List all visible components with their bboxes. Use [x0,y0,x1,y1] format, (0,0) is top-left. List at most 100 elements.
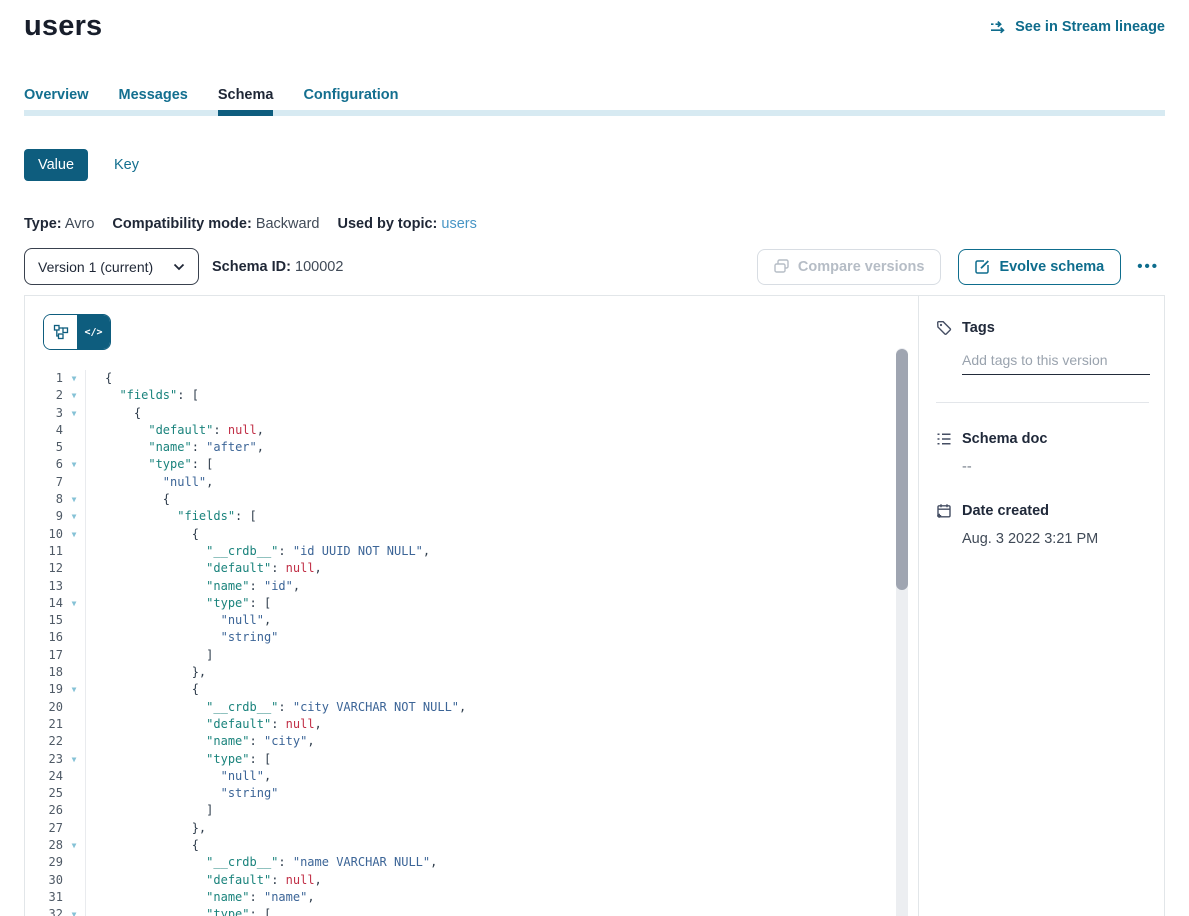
code-line: 1▼{ [25,370,918,387]
page-header: users See in Stream lineage [24,10,1165,43]
version-bar: Version 1 (current) Schema ID: 100002 Co… [24,248,1165,285]
add-tags-input[interactable] [962,352,1150,375]
topic-link[interactable]: users [441,216,476,232]
schema-side-panel: Tags Schema doc -- [918,296,1164,916]
code-text: "fields": [ [85,387,918,404]
fold-toggle-icon[interactable]: ▼ [63,456,85,473]
compare-versions-button[interactable]: Compare versions [757,249,942,285]
code-lines: 1▼{2▼ "fields": [3▼ {4 "default": null,5… [25,370,918,916]
schema-doc-value: -- [962,459,1149,475]
line-number: 14 [25,595,63,612]
line-number: 30 [25,872,63,889]
editor-scrollbar-thumb[interactable] [896,349,908,590]
fold-toggle-icon[interactable]: ▼ [63,370,85,387]
line-number: 31 [25,889,63,906]
code-text: "type": [ [85,751,918,768]
code-line: 6▼ "type": [ [25,456,918,473]
code-line: 16 "string" [25,629,918,646]
schema-editor[interactable]: </> 1▼{2▼ "fields": [3▼ {4 "default": nu… [25,296,918,916]
edit-schema-icon [975,259,990,274]
code-line: 25 "string" [25,785,918,802]
schema-doc-title: Schema doc [962,431,1047,447]
fold-toggle-icon[interactable]: ▼ [63,906,85,916]
code-text: "null", [85,474,918,491]
fold-gutter [63,716,85,733]
tab-messages[interactable]: Messages [119,87,188,110]
schema-id: Schema ID: 100002 [212,259,343,275]
line-number: 11 [25,543,63,560]
code-text: { [85,526,918,543]
schema-meta-row: Type: Avro Compatibility mode: Backward … [24,216,1165,232]
schema-card: </> 1▼{2▼ "fields": [3▼ {4 "default": nu… [24,295,1165,916]
line-number: 10 [25,526,63,543]
editor-scrollbar-track[interactable] [896,348,908,916]
code-line: 7 "null", [25,474,918,491]
line-number: 8 [25,491,63,508]
line-number: 19 [25,681,63,698]
chevron-down-icon [173,263,185,271]
code-line: 19▼ { [25,681,918,698]
fold-gutter [63,854,85,871]
fold-toggle-icon[interactable]: ▼ [63,526,85,543]
fold-gutter [63,733,85,750]
tag-icon [936,320,952,336]
tab-schema[interactable]: Schema [218,87,274,110]
fold-gutter [63,543,85,560]
line-number: 12 [25,560,63,577]
date-created-section: Date created Aug. 3 2022 3:21 PM [936,503,1149,547]
fold-toggle-icon[interactable]: ▼ [63,508,85,525]
code-text: "__crdb__": "name VARCHAR NULL", [85,854,918,871]
code-text: { [85,370,918,387]
fold-gutter [63,820,85,837]
version-select-value: Version 1 (current) [38,259,153,275]
more-actions-button[interactable]: ••• [1131,254,1165,279]
tree-view-button[interactable] [44,315,77,349]
code-line: 18 }, [25,664,918,681]
code-text: "name": "name", [85,889,918,906]
fold-toggle-icon[interactable]: ▼ [63,387,85,404]
line-number: 3 [25,405,63,422]
fold-toggle-icon[interactable]: ▼ [63,751,85,768]
fold-gutter [63,647,85,664]
line-number: 21 [25,716,63,733]
line-number: 29 [25,854,63,871]
fold-toggle-icon[interactable]: ▼ [63,595,85,612]
fold-toggle-icon[interactable]: ▼ [63,491,85,508]
line-number: 18 [25,664,63,681]
code-line: 12 "default": null, [25,560,918,577]
evolve-schema-button[interactable]: Evolve schema [958,249,1121,285]
code-line: 23▼ "type": [ [25,751,918,768]
code-line: 27 }, [25,820,918,837]
code-view-button[interactable]: </> [77,315,110,349]
tabbar: Overview Messages Schema Configuration [24,87,1165,116]
doc-list-icon [936,431,952,447]
fold-toggle-icon[interactable]: ▼ [63,405,85,422]
code-line: 2▼ "fields": [ [25,387,918,404]
tab-configuration[interactable]: Configuration [303,87,398,110]
code-line: 14▼ "type": [ [25,595,918,612]
code-line: 4 "default": null, [25,422,918,439]
page: users See in Stream lineage Overview Mes… [0,10,1189,916]
fold-toggle-icon[interactable]: ▼ [63,837,85,854]
fold-toggle-icon[interactable]: ▼ [63,681,85,698]
version-select[interactable]: Version 1 (current) [24,248,199,285]
fold-gutter [63,872,85,889]
line-number: 23 [25,751,63,768]
fold-gutter [63,664,85,681]
code-text: ] [85,647,918,664]
code-text: "fields": [ [85,508,918,525]
line-number: 17 [25,647,63,664]
stream-lineage-link[interactable]: See in Stream lineage [990,19,1165,35]
value-key-toggle: Value Key [24,149,1165,181]
fold-gutter [63,578,85,595]
tab-overview[interactable]: Overview [24,87,89,110]
value-toggle-button[interactable]: Value [24,149,88,181]
line-number: 6 [25,456,63,473]
meta-used-by-topic: Used by topic: users [337,216,476,232]
stream-lineage-label: See in Stream lineage [1015,19,1165,35]
code-line: 31 "name": "name", [25,889,918,906]
key-toggle-button[interactable]: Key [114,157,139,173]
code-text: "default": null, [85,716,918,733]
code-line: 9▼ "fields": [ [25,508,918,525]
code-text: "__crdb__": "city VARCHAR NOT NULL", [85,699,918,716]
